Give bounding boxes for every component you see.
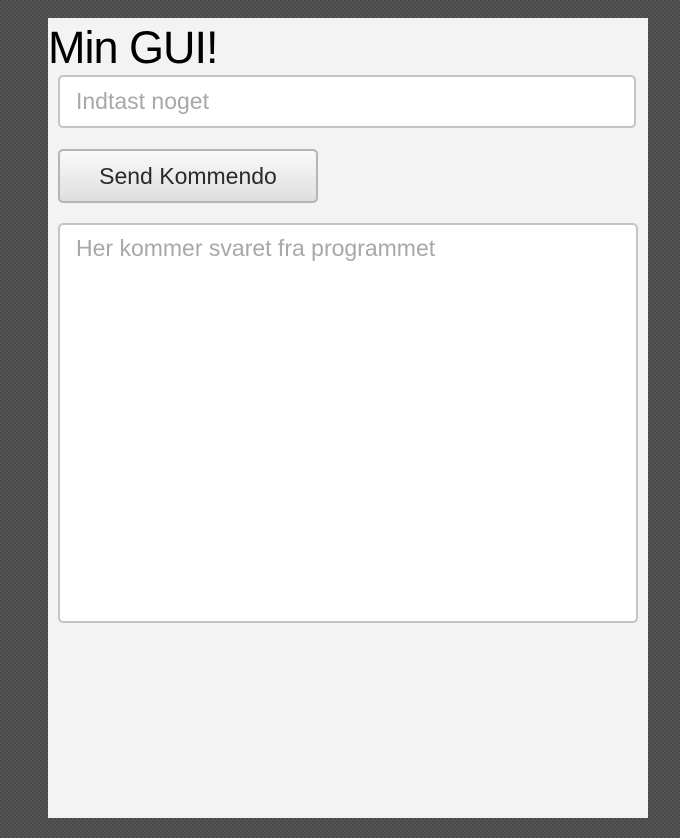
app-window: Min GUI! Send Kommendo [48,18,648,818]
command-input[interactable] [58,75,636,128]
page-title: Min GUI! [48,22,219,73]
send-command-button[interactable]: Send Kommendo [58,149,318,203]
response-output-area[interactable] [58,223,638,623]
